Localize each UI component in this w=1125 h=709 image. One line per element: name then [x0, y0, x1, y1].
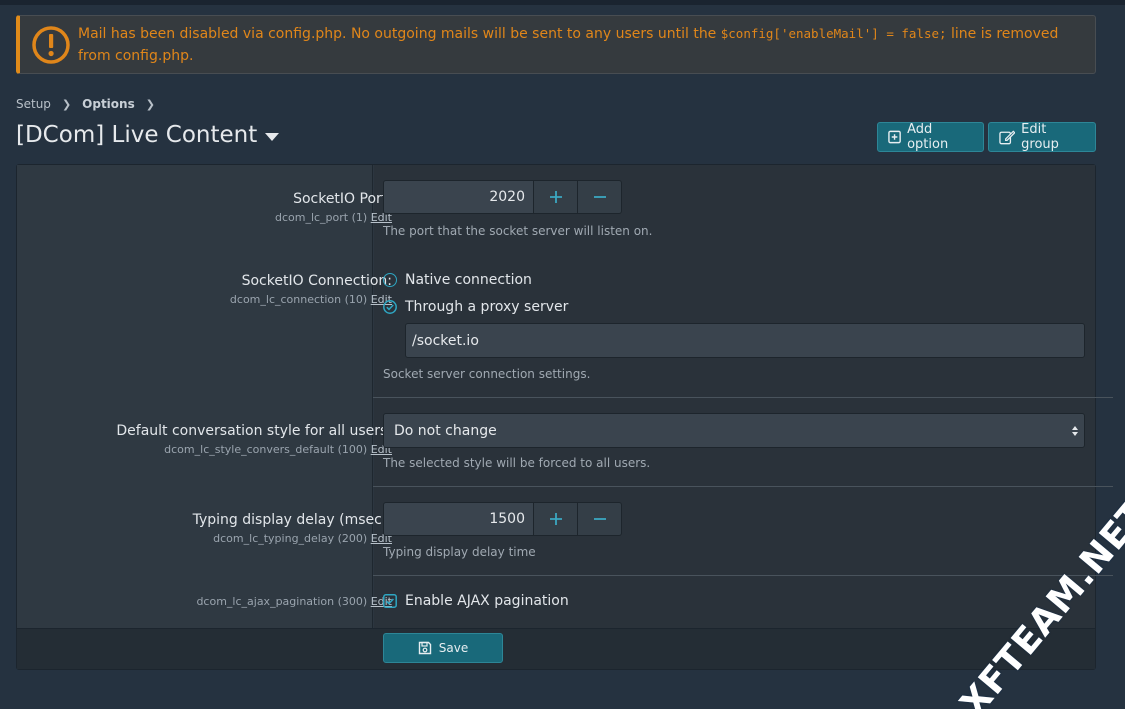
- ajax-option-label: dcom_lc_ajax_pagination (300) Edit: [196, 592, 392, 608]
- port-increment-button[interactable]: [534, 180, 578, 214]
- port-hint: dcom_lc_port (1) Edit: [275, 211, 392, 224]
- ajax-hint: dcom_lc_ajax_pagination (300) Edit: [196, 595, 392, 608]
- port-stepper: 2020: [383, 180, 623, 214]
- connection-hint: dcom_lc_connection (10) Edit: [230, 293, 392, 306]
- port-explain: The port that the socket server will lis…: [383, 224, 653, 238]
- style-select[interactable]: Do not change: [383, 413, 1085, 448]
- typing-input[interactable]: 1500: [383, 502, 534, 536]
- style-label: Default conversation style for all users…: [116, 423, 392, 439]
- save-label: Save: [438, 641, 469, 655]
- save-icon: [418, 641, 431, 655]
- style-hint: dcom_lc_style_convers_default (100) Edit: [116, 443, 392, 456]
- ajax-pagination-checkbox[interactable]: Enable AJAX pagination: [383, 593, 569, 609]
- save-button[interactable]: Save: [383, 633, 503, 663]
- typing-option-label: Typing display delay (msec): dcom_lc_typ…: [193, 511, 392, 545]
- typing-increment-button[interactable]: [534, 502, 578, 536]
- add-option-button[interactable]: Add option: [877, 122, 984, 152]
- connection-label: SocketIO Connection:: [241, 273, 392, 289]
- add-option-label: Add option: [907, 122, 949, 152]
- radio-checked-icon[interactable]: [383, 300, 397, 314]
- ajax-pagination-label: Enable AJAX pagination: [405, 593, 569, 609]
- style-explain: The selected style will be forced to all…: [383, 456, 651, 470]
- options-labels-column: [17, 165, 373, 628]
- connection-key: dcom_lc_connection (10): [229, 293, 368, 306]
- proxy-server-label: Through a proxy server: [405, 299, 569, 315]
- radio-native-connection[interactable]: Native connection: [383, 272, 532, 288]
- connection-explain: Socket server connection settings.: [383, 367, 591, 381]
- radio-unchecked-icon[interactable]: [383, 273, 397, 287]
- form-footer: [17, 628, 1095, 669]
- port-label: SocketIO Port:: [293, 191, 392, 207]
- port-option-label: SocketIO Port: dcom_lc_port (1) Edit: [275, 190, 392, 224]
- style-selected-value: Do not change: [394, 423, 497, 439]
- typing-hint: dcom_lc_typing_delay (200) Edit: [193, 532, 392, 545]
- connection-option-label: SocketIO Connection: dcom_lc_connection …: [230, 272, 392, 306]
- typing-key: dcom_lc_typing_delay (200): [213, 532, 368, 545]
- edit-group-button[interactable]: Edit group: [988, 122, 1096, 152]
- row-divider: [373, 486, 1113, 487]
- plus-square-icon: [888, 130, 901, 144]
- chevron-right-icon: ❯: [61, 97, 72, 111]
- radio-proxy-server[interactable]: Through a proxy server: [383, 299, 568, 315]
- port-key: dcom_lc_port (1): [274, 211, 368, 224]
- warning-icon: [32, 26, 70, 64]
- breadcrumb-setup[interactable]: Setup: [16, 97, 51, 111]
- page-title-text: [DCom] Live Content: [16, 122, 258, 148]
- breadcrumb: Setup ❯ Options ❯: [16, 97, 166, 111]
- minus-icon: [593, 196, 606, 198]
- plus-icon: [549, 191, 562, 203]
- proxy-path-input[interactable]: /socket.io: [405, 323, 1085, 358]
- ajax-key: dcom_lc_ajax_pagination (300): [196, 595, 368, 608]
- typing-stepper: 1500: [383, 502, 623, 536]
- port-input[interactable]: 2020: [383, 180, 534, 214]
- style-option-label: Default conversation style for all users…: [116, 422, 392, 456]
- typing-label: Typing display delay (msec):: [192, 512, 392, 528]
- plus-icon: [549, 513, 562, 525]
- notice-text-before: Mail has been disabled via config.php. N…: [78, 26, 721, 42]
- native-connection-label: Native connection: [405, 272, 532, 288]
- port-decrement-button[interactable]: [578, 180, 622, 214]
- edit-icon: [999, 129, 1016, 144]
- minus-icon: [593, 518, 606, 520]
- caret-down-icon[interactable]: [265, 132, 280, 141]
- notice-text: Mail has been disabled via config.php. N…: [78, 23, 1075, 67]
- chevron-right-icon: ❯: [145, 97, 155, 111]
- mail-disabled-notice: Mail has been disabled via config.php. N…: [16, 15, 1096, 74]
- row-divider: [373, 575, 1113, 576]
- breadcrumb-options[interactable]: Options: [82, 97, 135, 111]
- select-arrows-icon: [1072, 426, 1078, 436]
- row-divider: [373, 397, 1113, 398]
- page-title[interactable]: [DCom] Live Content: [16, 122, 280, 148]
- checkbox-checked-icon[interactable]: [383, 594, 397, 608]
- typing-decrement-button[interactable]: [578, 502, 622, 536]
- style-key: dcom_lc_style_convers_default (100): [164, 443, 368, 456]
- edit-group-label: Edit group: [1021, 122, 1059, 152]
- top-bar: [0, 0, 1125, 5]
- typing-explain: Typing display delay time: [383, 545, 536, 559]
- notice-code: $config['enableMail'] = false;: [720, 26, 947, 41]
